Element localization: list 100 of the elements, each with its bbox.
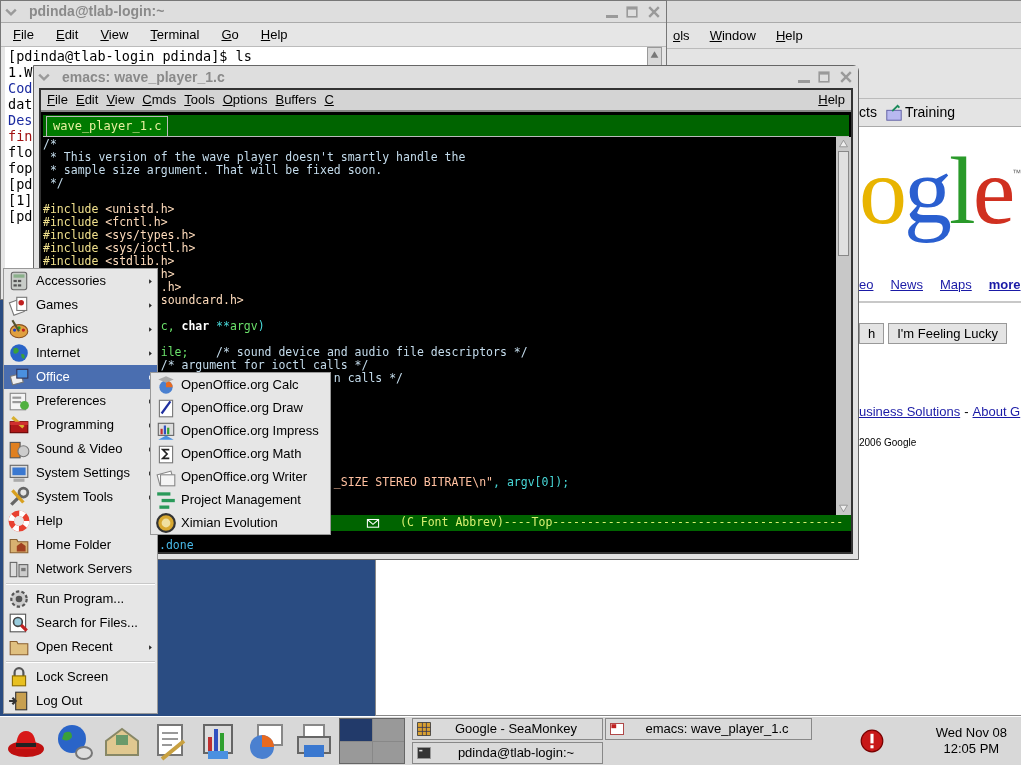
code-line: soundcard.h> — [160, 294, 244, 307]
menu-item[interactable]: View — [106, 90, 135, 110]
code-line: * sample size argument. That will be fixed soon. — [49, 164, 383, 177]
bookmark-link[interactable]: Training — [884, 102, 955, 123]
monitor-icon — [8, 462, 30, 484]
scroll-up-icon — [648, 48, 661, 61]
menu-item[interactable]: Accessories — [4, 269, 157, 293]
workspace-pager[interactable] — [339, 718, 405, 764]
grid-window-icon — [416, 721, 432, 737]
menu-item[interactable]: Open Recent — [4, 635, 157, 659]
taskbar-button[interactable]: Google - SeaMonkey — [412, 718, 603, 740]
form-icon — [8, 390, 30, 412]
wrench-icon — [8, 486, 30, 508]
code-line: #include <sys/ioctl.h> — [43, 242, 196, 255]
bookmark-link[interactable]: cts — [859, 102, 877, 123]
code-line: ile; /* sound device and audio file descriptors */ — [160, 346, 528, 359]
menu-item[interactable]: Help — [260, 24, 288, 45]
footer-separator: - — [964, 402, 969, 421]
search-button[interactable]: h — [859, 322, 885, 344]
menu-item[interactable]: Go — [221, 24, 239, 45]
playing-card-icon — [8, 294, 30, 316]
menu-item[interactable]: Ximian Evolution — [151, 511, 330, 534]
folder-icon — [884, 103, 903, 122]
code-line: * This version of the wave player doesn't smartly handle the — [49, 151, 466, 164]
menu-item[interactable]: C — [324, 90, 334, 110]
taskbar-button[interactable]: pdinda@tlab-login:~ — [412, 742, 603, 764]
menu-item[interactable]: Log Out — [4, 689, 157, 713]
menu-item[interactable]: Buffers — [275, 90, 317, 110]
menu-item[interactable]: OpenOffice.org Impress — [151, 419, 330, 442]
menu-item[interactable]: Games — [4, 293, 157, 317]
minibuffer-text: .done — [159, 538, 194, 552]
window-title: pdinda@tlab-login:~ — [29, 2, 165, 21]
terminal-line: fin — [8, 128, 33, 144]
code-line: /* — [43, 138, 57, 151]
menu-item[interactable]: Home Folder — [4, 533, 157, 557]
code-line: _SIZE STEREO BITRATE\n", argv[0]); — [333, 476, 570, 489]
menu-item[interactable]: File — [47, 90, 68, 110]
round-emblem-icon — [155, 511, 177, 534]
menu-item[interactable]: Cmds — [142, 90, 177, 110]
menu-item[interactable]: Help — [775, 25, 803, 46]
taskbar-button[interactable]: emacs: wave_player_1.c — [605, 718, 812, 740]
menu-item[interactable]: Lock Screen — [4, 665, 157, 689]
scrollbar[interactable] — [836, 137, 851, 515]
menu-item[interactable]: Run Program... — [4, 587, 157, 611]
menu-item[interactable]: Graphics — [4, 317, 157, 341]
code-line: .h> — [160, 281, 182, 294]
menu-item[interactable]: ols — [673, 25, 690, 46]
copyright-text: 2006 Google — [859, 436, 918, 450]
minimize-icon — [606, 14, 618, 18]
clock[interactable]: Wed Nov 08 12:05 PM — [935, 725, 1007, 757]
menu-item[interactable]: Window — [709, 25, 756, 46]
menu-item[interactable]: OpenOffice.org Draw — [151, 396, 330, 419]
footer-link[interactable]: usiness Solutions — [859, 401, 961, 421]
menu-item[interactable]: Options — [222, 90, 268, 110]
menu-item[interactable]: Office — [4, 365, 157, 389]
menu-item[interactable]: Terminal — [150, 24, 200, 45]
mode-line: (C Font Abbrev)----Top------------------------------------------ — [400, 514, 844, 532]
nav-link[interactable]: more — [988, 275, 1021, 295]
terminal-line: [pd — [8, 176, 33, 192]
menu-item[interactable]: Edit — [75, 90, 99, 110]
code-line: #include <unistd.h> — [43, 203, 175, 216]
menu-item[interactable]: Help — [818, 90, 845, 110]
menu-item[interactable]: Project Management — [151, 488, 330, 511]
nav-link[interactable]: Maps — [940, 275, 972, 295]
buffer-tab[interactable]: wave_player_1.c — [46, 116, 169, 136]
menu-item[interactable]: OpenOffice.org Writer — [151, 465, 330, 488]
nav-link[interactable]: eo — [859, 275, 874, 295]
menu-item[interactable]: Internet — [4, 341, 157, 365]
terminal-line: flo — [8, 144, 33, 160]
alert-icon — [859, 729, 884, 753]
editor-icon — [609, 721, 625, 737]
envelope-icon — [366, 516, 380, 530]
terminal-line: [pd — [8, 208, 33, 224]
menu-item[interactable]: OpenOffice.org Math — [151, 442, 330, 465]
menu-item[interactable]: Network Servers — [4, 557, 157, 581]
footer-link[interactable]: About G — [972, 401, 1021, 421]
code-line: n calls */ — [333, 372, 404, 385]
menu-item[interactable]: Tools — [184, 90, 215, 110]
nav-link[interactable]: News — [890, 275, 923, 295]
menu-item[interactable]: File — [13, 24, 34, 45]
search-button[interactable]: I'm Feeling Lucky — [888, 322, 1007, 344]
terminal-line: 1.W — [8, 64, 33, 80]
code-line: #include <fcntl.h> — [43, 216, 168, 229]
logo: ogle — [859, 141, 1013, 241]
trademark-mark: ™ — [1012, 167, 1021, 180]
menu-item[interactable]: View — [100, 24, 129, 45]
door-icon — [8, 690, 30, 712]
terminal-line: fop — [8, 160, 33, 176]
code-line: c, char **argv) — [160, 320, 265, 333]
terminal-line: [pdinda@tlab-login pdinda]$ ls — [8, 48, 252, 64]
code-line: #include <sys/types.h> — [43, 229, 196, 242]
pie-chart-icon — [155, 373, 177, 396]
gear-icon — [8, 588, 30, 610]
menu-item[interactable]: Edit — [55, 24, 79, 45]
menu-item[interactable]: Search for Files... — [4, 611, 157, 635]
code-line: /* argument for ioctl calls */ — [160, 359, 369, 372]
terminal-icon — [416, 745, 432, 761]
lifebuoy-icon — [8, 510, 30, 532]
scrollbar-thumb[interactable] — [838, 151, 849, 256]
code-line: #include <stdlib.h> — [43, 255, 175, 268]
